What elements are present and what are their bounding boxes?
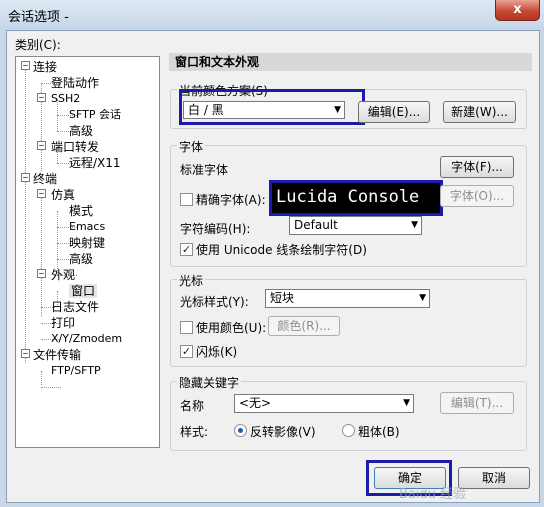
tree-item-file-transfer[interactable]: 文件传输 — [33, 348, 81, 362]
collapse-icon[interactable]: − — [21, 349, 30, 358]
collapse-icon[interactable]: − — [37, 269, 46, 278]
baidu-watermark: Baidu 经验 — [399, 487, 467, 502]
edit-scheme-button[interactable]: 编辑(E)... — [358, 101, 430, 123]
use-color-label: 使用颜色(U): — [196, 321, 267, 335]
collapse-icon[interactable]: − — [37, 189, 46, 198]
tree-item-appearance[interactable]: 外观 — [51, 268, 75, 282]
tree-item-connection[interactable]: 连接 — [33, 60, 57, 74]
highlight-box — [179, 89, 365, 125]
keyword-name-label: 名称 — [180, 399, 205, 413]
tree-item-advanced-ssh[interactable]: 高级 — [69, 124, 93, 138]
cursor-color-button[interactable]: 颜色(R)... — [268, 316, 340, 336]
tree-item-emulation[interactable]: 仿真 — [51, 188, 75, 202]
tree-item-remote-x11[interactable]: 远程/X11 — [69, 156, 121, 170]
font-button[interactable]: 字体(F)... — [440, 156, 514, 178]
blink-label: 闪烁(K) — [196, 345, 238, 359]
encoding-label: 字符编码(H): — [180, 222, 251, 236]
precise-font-label: 精确字体(A): — [196, 193, 266, 207]
chevron-down-icon: ▼ — [403, 398, 410, 408]
keyword-name-value: <无> — [239, 396, 272, 410]
tree-item-log-file[interactable]: 日志文件 — [51, 300, 99, 314]
use-color-checkbox[interactable] — [180, 321, 193, 334]
reverse-video-radio[interactable] — [234, 424, 247, 437]
collapse-icon[interactable]: − — [37, 141, 46, 150]
blink-checkbox[interactable]: ✓ — [180, 345, 193, 358]
font-group-label: 字体 — [177, 138, 206, 155]
collapse-icon[interactable]: − — [21, 61, 30, 70]
precise-font-checkbox[interactable] — [180, 193, 193, 206]
encoding-select[interactable]: Default ▼ — [289, 216, 422, 235]
tree-item-ssh2[interactable]: SSH2 — [51, 92, 80, 106]
cancel-button[interactable]: 取消 — [458, 467, 530, 489]
tree-item-terminal[interactable]: 终端 — [33, 172, 57, 186]
tree-item-port-forward[interactable]: 端口转发 — [51, 140, 99, 154]
new-scheme-button[interactable]: 新建(W)... — [443, 101, 516, 123]
tree-item-advanced-emu[interactable]: 高级 — [69, 252, 93, 266]
close-icon: x — [513, 2, 522, 17]
keyword-name-select[interactable]: <无> ▼ — [234, 394, 414, 413]
tree-item-xyzmodem[interactable]: X/Y/Zmodem — [51, 332, 122, 346]
hidden-keyword-label: 隐藏关键字 — [177, 374, 242, 391]
category-tree[interactable]: − 连接 登陆动作 − SSH2 SFTP 会话 高级 − 端口转发 远程/X1… — [15, 56, 160, 448]
window-close-button[interactable]: x — [495, 0, 540, 21]
title-bar: 会话选项 - x — [0, 0, 544, 30]
standard-font-value: Lucida Console — [269, 180, 443, 216]
tree-item-mapped-keys[interactable]: 映射键 — [69, 236, 105, 250]
keyword-edit-button[interactable]: 编辑(T)... — [440, 392, 514, 414]
tree-item-emacs[interactable]: Emacs — [69, 220, 105, 234]
cursor-style-label: 光标样式(Y): — [180, 295, 249, 309]
cursor-style-value: 短块 — [270, 291, 295, 305]
standard-font-label: 标准字体 — [180, 163, 229, 177]
keyword-style-label: 样式: — [180, 425, 209, 439]
unicode-line-label: 使用 Unicode 线条绘制字符(D) — [196, 243, 367, 257]
cursor-style-select[interactable]: 短块 ▼ — [265, 289, 430, 308]
chevron-down-icon: ▼ — [411, 220, 418, 230]
window-title: 会话选项 - — [8, 10, 69, 25]
collapse-icon[interactable]: − — [21, 173, 30, 182]
precise-font-button[interactable]: 字体(O)... — [440, 185, 514, 207]
tree-item-print[interactable]: 打印 — [51, 316, 75, 330]
unicode-line-checkbox[interactable]: ✓ — [180, 243, 193, 256]
category-label: 类别(C): — [15, 38, 61, 52]
chevron-down-icon: ▼ — [419, 293, 426, 303]
encoding-value: Default — [294, 218, 338, 232]
tree-item-ftp-sftp[interactable]: FTP/SFTP — [51, 364, 101, 378]
reverse-video-label: 反转影像(V) — [250, 425, 316, 439]
tree-item-window[interactable]: 窗口 — [69, 284, 98, 298]
panel-title: 窗口和文本外观 — [169, 53, 532, 71]
tree-item-modes[interactable]: 模式 — [69, 204, 93, 218]
dialog-client: 类别(C): − 连接 登陆动作 − SSH2 SFTP 会话 高级 − 端口转… — [6, 30, 540, 503]
bold-label: 粗体(B) — [358, 425, 400, 439]
bold-radio[interactable] — [342, 424, 355, 437]
collapse-icon[interactable]: − — [37, 93, 46, 102]
tree-item-sftp-session[interactable]: SFTP 会话 — [69, 108, 121, 122]
cursor-group-label: 光标 — [177, 272, 206, 289]
tree-item-login-actions[interactable]: 登陆动作 — [51, 76, 99, 90]
